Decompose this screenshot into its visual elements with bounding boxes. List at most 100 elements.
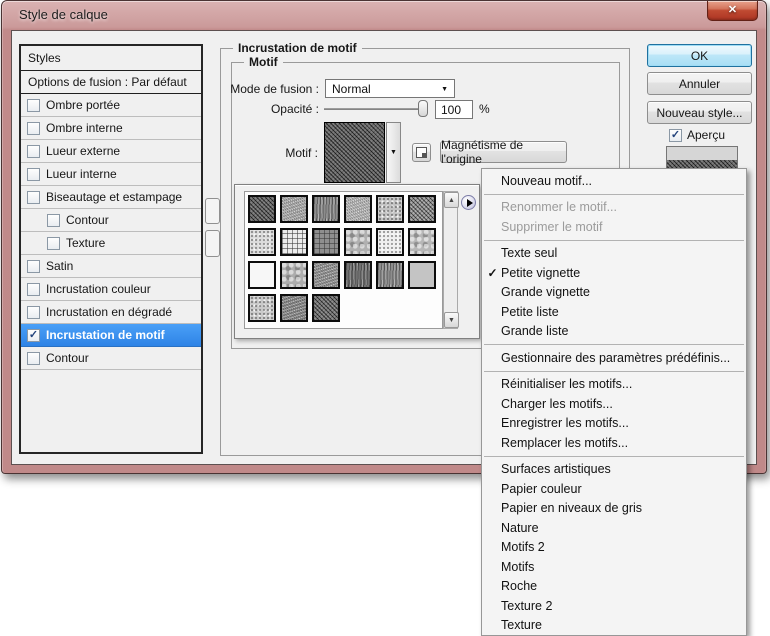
unchecked-checkbox[interactable] [47,214,60,227]
menu-item-label: Renommer le motif... [501,200,617,214]
menu-separator [484,456,744,457]
pattern-swatch-1[interactable] [280,195,308,223]
menu-item-13[interactable]: Réinitialiser les motifs... [482,375,746,395]
opacity-slider-track[interactable] [324,108,428,110]
unchecked-checkbox[interactable] [27,145,40,158]
sidebar-header-blending-options[interactable]: Options de fusion : Par défaut [21,71,201,94]
menu-item-6[interactable]: ✓Petite vignette [482,263,746,283]
pattern-swatch-13[interactable] [280,261,308,289]
sidebar-item-0[interactable]: Ombre portée [21,94,201,117]
sidebar-item-1[interactable]: Ombre interne [21,117,201,140]
snap-to-origin-button[interactable]: Magnétisme de l'origine [440,141,567,163]
menu-item-15[interactable]: Enregistrer les motifs... [482,414,746,434]
menu-item-9[interactable]: Grande liste [482,322,746,342]
sidebar-item-9[interactable]: Incrustation en dégradé [21,301,201,324]
sidebar-item-label: Lueur externe [46,144,120,158]
unchecked-checkbox[interactable] [27,283,40,296]
sidebar-header-styles[interactable]: Styles [21,46,201,71]
menu-item-8[interactable]: Petite liste [482,302,746,322]
menu-item-0[interactable]: Nouveau motif... [482,171,746,191]
menu-item-label: Surfaces artistiques [501,462,611,476]
unchecked-checkbox[interactable] [47,237,60,250]
menu-item-18[interactable]: Surfaces artistiques [482,460,746,480]
menu-item-21[interactable]: Nature [482,518,746,538]
pattern-swatch-5[interactable] [408,195,436,223]
opacity-unit: % [479,102,490,116]
pattern-swatch-4[interactable] [376,195,404,223]
preview-checkbox[interactable]: ✓ [669,129,682,142]
checked-checkbox[interactable]: ✓ [27,329,40,342]
menu-item-16[interactable]: Remplacer les motifs... [482,433,746,453]
pattern-swatch-8[interactable] [312,228,340,256]
pattern-swatch-11[interactable] [408,228,436,256]
sidebar-item-label: Incrustation couleur [46,282,151,296]
pattern-swatch-14[interactable] [312,261,340,289]
pattern-picker-dropdown-button[interactable]: ▼ [386,122,401,183]
menu-item-25[interactable]: Texture 2 [482,596,746,616]
close-icon[interactable]: ✕ [707,1,758,21]
pattern-label: Motif : [232,146,318,160]
menu-item-label: Charger les motifs... [501,397,613,411]
styles-list: Styles Options de fusion : Par défaut Om… [19,44,203,454]
sidebar-item-7[interactable]: Satin [21,255,201,278]
blend-mode-select[interactable]: Normal ▼ [325,79,455,98]
current-pattern-thumbnail[interactable] [324,122,385,183]
pattern-swatch-18[interactable] [248,294,276,322]
menu-item-26[interactable]: Texture [482,616,746,636]
pattern-swatch-7[interactable] [280,228,308,256]
pattern-swatch-12[interactable] [248,261,276,289]
pattern-swatch-20[interactable] [312,294,340,322]
sidebar-item-2[interactable]: Lueur externe [21,140,201,163]
pattern-swatch-6[interactable] [248,228,276,256]
check-icon: ✓ [486,266,499,280]
pattern-scrollbar[interactable]: ▲ ▼ [443,191,458,329]
menu-item-22[interactable]: Motifs 2 [482,538,746,558]
unchecked-checkbox[interactable] [27,168,40,181]
menu-item-23[interactable]: Motifs [482,557,746,577]
picker-menu-button[interactable] [461,195,476,210]
menu-item-24[interactable]: Roche [482,577,746,597]
sidebar-item-8[interactable]: Incrustation couleur [21,278,201,301]
ok-button[interactable]: OK [647,44,752,67]
menu-item-7[interactable]: Grande vignette [482,283,746,303]
menu-item-20[interactable]: Papier en niveaux de gris [482,499,746,519]
unchecked-checkbox[interactable] [27,306,40,319]
pattern-swatch-16[interactable] [376,261,404,289]
pattern-swatch-3[interactable] [344,195,372,223]
sidebar-item-label: Ombre interne [46,121,123,135]
sidebar-item-11[interactable]: Contour [21,347,201,370]
sidebar-item-3[interactable]: Lueur interne [21,163,201,186]
sidebar-item-10[interactable]: ✓Incrustation de motif [21,324,201,347]
unchecked-checkbox[interactable] [27,352,40,365]
menu-item-14[interactable]: Charger les motifs... [482,394,746,414]
new-style-button[interactable]: Nouveau style... [647,101,752,124]
unchecked-checkbox[interactable] [27,122,40,135]
pattern-swatch-10[interactable] [376,228,404,256]
pattern-swatch-17[interactable] [408,261,436,289]
pattern-swatch-15[interactable] [344,261,372,289]
opacity-input[interactable] [435,100,473,119]
menu-item-11[interactable]: Gestionnaire des paramètres prédéfinis..… [482,348,746,368]
pattern-swatch-9[interactable] [344,228,372,256]
pattern-swatch-0[interactable] [248,195,276,223]
menu-item-label: Petite vignette [501,266,580,280]
unchecked-checkbox[interactable] [27,99,40,112]
unchecked-checkbox[interactable] [27,260,40,273]
menu-item-label: Texte seul [501,246,557,260]
sidebar-item-4[interactable]: Biseautage et estampage [21,186,201,209]
opacity-slider-thumb[interactable] [418,100,428,117]
menu-item-19[interactable]: Papier couleur [482,479,746,499]
sidebar-item-6[interactable]: Texture [21,232,201,255]
unchecked-checkbox[interactable] [27,191,40,204]
new-pattern-button[interactable] [412,143,431,162]
sidebar-item-5[interactable]: Contour [21,209,201,232]
menu-item-label: Motifs 2 [501,540,545,554]
pattern-swatch-19[interactable] [280,294,308,322]
menu-item-5[interactable]: Texte seul [482,244,746,264]
scroll-down-icon[interactable]: ▼ [444,312,459,328]
cancel-button[interactable]: Annuler [647,72,752,95]
pattern-swatch-2[interactable] [312,195,340,223]
menu-item-label: Motifs [501,560,534,574]
scroll-up-icon[interactable]: ▲ [444,192,459,208]
sidebar-item-label: Biseautage et estampage [46,190,182,204]
